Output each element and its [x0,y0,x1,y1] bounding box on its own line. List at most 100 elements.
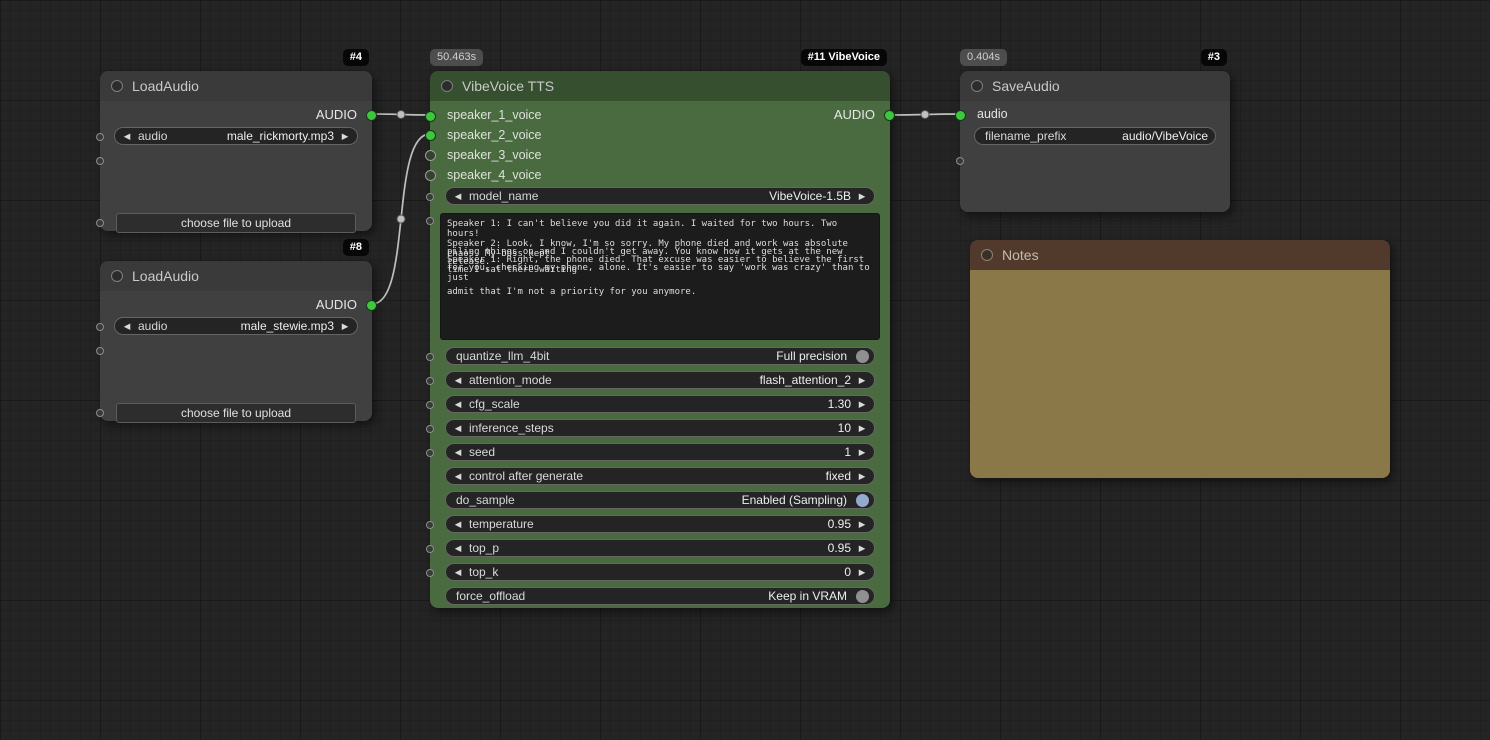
toggle-indicator-icon[interactable] [856,493,869,507]
widget-seed[interactable]: ◀ seed 1 ▶ [445,443,875,461]
node-graph-canvas[interactable]: #4 LoadAudio AUDIO ◀ audio male_rickmort… [0,0,1490,740]
widget-filename-prefix[interactable]: filename_prefix audio/VibeVoice [974,127,1216,145]
widget-audio-combo[interactable]: ◀ audio male_stewie.mp3 ▶ [114,317,358,335]
widget-model-name[interactable]: ◀ model_name VibeVoice-1.5B ▶ [445,187,875,205]
collapse-dot-icon[interactable] [441,80,453,92]
widget-input-dot[interactable] [426,545,434,553]
widget-label: cfg_scale [469,397,520,411]
text-prompt-widget[interactable]: Speaker 1: I can't believe you did it ag… [440,213,880,340]
widget-input-dot[interactable] [96,323,104,331]
node-id-badge: #8 [342,239,369,256]
node-title: VibeVoice TTS [462,78,555,94]
toggle-indicator-icon[interactable] [856,349,869,363]
increment-arrow-icon[interactable]: ▶ [857,543,867,554]
output-socket-audio[interactable] [884,110,895,121]
node-header[interactable]: SaveAudio [960,71,1230,101]
increment-arrow-icon[interactable]: ▶ [340,321,350,332]
decrement-arrow-icon[interactable]: ◀ [453,399,463,410]
widget-top-p[interactable]: ◀ top_p 0.95 ▶ [445,539,875,557]
decrement-arrow-icon[interactable]: ◀ [122,131,132,142]
increment-arrow-icon[interactable]: ▶ [857,471,867,482]
increment-arrow-icon[interactable]: ▶ [857,567,867,578]
input-socket-audio[interactable] [955,110,966,121]
input-label: speaker_4_voice [447,168,542,182]
widget-label: filename_prefix [985,129,1067,143]
output-socket-audio[interactable] [366,110,377,121]
widget-input-dot[interactable] [426,217,434,225]
widget-label: top_k [469,565,499,579]
increment-arrow-icon[interactable]: ▶ [857,191,867,202]
widget-control-after-generate[interactable]: ◀ control after generate fixed ▶ [445,467,875,485]
widget-input-dot[interactable] [426,425,434,433]
increment-arrow-icon[interactable]: ▶ [857,423,867,434]
decrement-arrow-icon[interactable]: ◀ [453,567,463,578]
widget-input-dot[interactable] [96,347,104,355]
widget-cfg-scale[interactable]: ◀ cfg_scale 1.30 ▶ [445,395,875,413]
decrement-arrow-icon[interactable]: ◀ [122,321,132,332]
increment-arrow-icon[interactable]: ▶ [857,399,867,410]
widget-label: do_sample [456,493,515,507]
input-socket-speaker1[interactable] [425,111,436,122]
widget-input-dot[interactable] [426,569,434,577]
choose-file-button[interactable]: choose file to upload [116,213,356,233]
widget-input-dot[interactable] [426,401,434,409]
wire-midpoint-dot [920,110,930,119]
node-header[interactable]: Notes [970,240,1390,270]
widget-value: Enabled (Sampling) [741,493,847,507]
widget-input-dot[interactable] [96,157,104,165]
increment-arrow-icon[interactable]: ▶ [857,519,867,530]
node-loadaudio-8[interactable]: #8 LoadAudio AUDIO ◀ audio male_stewie.m… [96,239,377,423]
widget-input-dot[interactable] [96,133,104,141]
increment-arrow-icon[interactable]: ▶ [857,375,867,386]
notes-body[interactable] [970,270,1390,478]
widget-force-offload[interactable]: force_offload Keep in VRAM [445,587,875,605]
decrement-arrow-icon[interactable]: ◀ [453,519,463,530]
decrement-arrow-icon[interactable]: ◀ [453,471,463,482]
widget-quantize-llm-4bit[interactable]: quantize_llm_4bit Full precision [445,347,875,365]
decrement-arrow-icon[interactable]: ◀ [453,375,463,386]
increment-arrow-icon[interactable]: ▶ [340,131,350,142]
decrement-arrow-icon[interactable]: ◀ [453,447,463,458]
widget-input-dot[interactable] [426,193,434,201]
node-title: SaveAudio [992,78,1060,94]
collapse-dot-icon[interactable] [111,80,123,92]
increment-arrow-icon[interactable]: ▶ [857,447,867,458]
widget-input-dot[interactable] [96,219,104,227]
text-line: Speaker 1: I can't believe you did it ag… [447,219,843,239]
node-saveaudio-3[interactable]: 0.404s #3 SaveAudio audio filename_prefi… [955,49,1230,212]
widget-inference-steps[interactable]: ◀ inference_steps 10 ▶ [445,419,875,437]
input-socket-speaker2[interactable] [425,130,436,141]
widget-input-dot[interactable] [426,521,434,529]
toggle-indicator-icon[interactable] [856,589,869,603]
decrement-arrow-icon[interactable]: ◀ [453,543,463,554]
widget-value: Full precision [776,349,847,363]
node-vibevoice-tts[interactable]: 50.463s #11 VibeVoice VibeVoice TTS spea… [425,49,895,608]
output-socket-audio[interactable] [366,300,377,311]
collapse-dot-icon[interactable] [111,270,123,282]
widget-input-dot[interactable] [426,377,434,385]
collapse-dot-icon[interactable] [971,80,983,92]
node-header[interactable]: LoadAudio [100,261,372,291]
node-header[interactable]: LoadAudio [100,71,372,101]
node-loadaudio-4[interactable]: #4 LoadAudio AUDIO ◀ audio male_rickmort… [96,49,377,233]
node-notes[interactable]: Notes [970,240,1390,478]
wire-loadaudio8-to-speaker2 [371,133,431,305]
widget-audio-combo[interactable]: ◀ audio male_rickmorty.mp3 ▶ [114,127,358,145]
input-socket-speaker3[interactable] [425,150,436,161]
widget-top-k[interactable]: ◀ top_k 0 ▶ [445,563,875,581]
widget-input-dot[interactable] [956,157,964,165]
collapse-dot-icon[interactable] [981,249,993,261]
choose-file-button[interactable]: choose file to upload [116,403,356,423]
widget-label: force_offload [456,589,526,603]
widget-input-dot[interactable] [426,353,434,361]
widget-attention-mode[interactable]: ◀ attention_mode flash_attention_2 ▶ [445,371,875,389]
widget-label: audio [138,319,168,333]
widget-input-dot[interactable] [426,449,434,457]
decrement-arrow-icon[interactable]: ◀ [453,423,463,434]
widget-input-dot[interactable] [96,409,104,417]
node-header[interactable]: VibeVoice TTS [430,71,890,101]
widget-do-sample[interactable]: do_sample Enabled (Sampling) [445,491,875,509]
decrement-arrow-icon[interactable]: ◀ [453,191,463,202]
input-socket-speaker4[interactable] [425,170,436,181]
widget-temperature[interactable]: ◀ temperature 0.95 ▶ [445,515,875,533]
